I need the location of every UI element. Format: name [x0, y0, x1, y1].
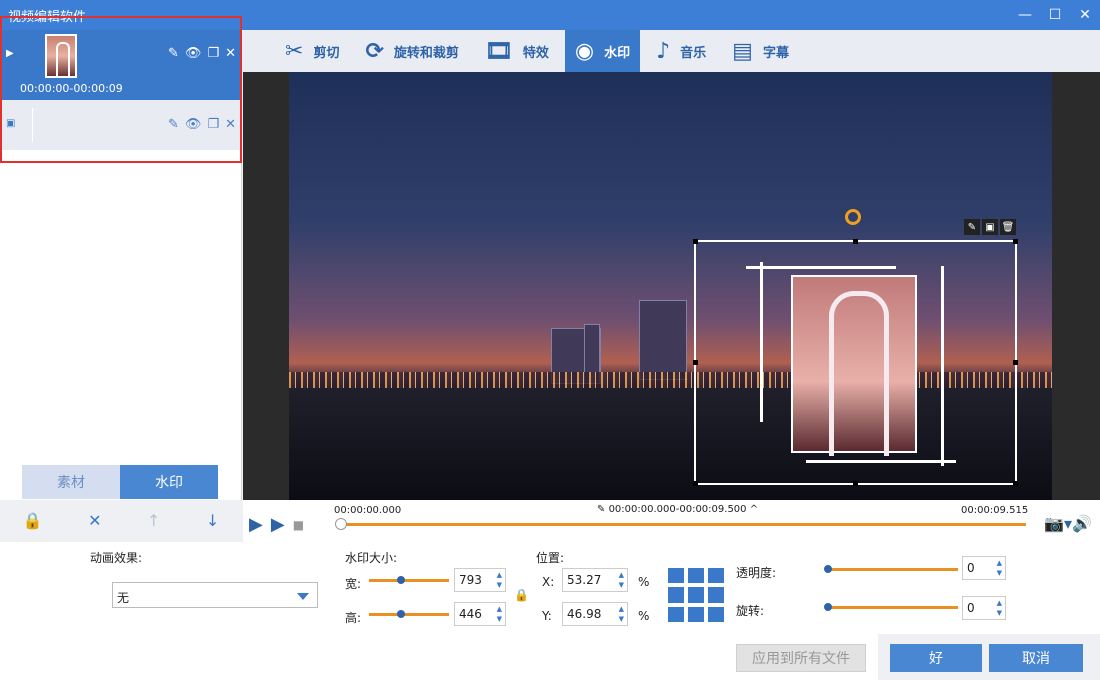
move-up-icon[interactable]: ↑ — [147, 511, 160, 530]
edit-icon[interactable]: ✎ — [964, 219, 980, 235]
delete-icon[interactable]: ✕ — [225, 46, 236, 61]
height-slider[interactable] — [369, 610, 449, 618]
timeline-knob[interactable] — [335, 518, 347, 530]
time-start: 00:00:00.000 — [334, 505, 402, 516]
x-label: X: — [542, 575, 555, 589]
video-preview[interactable]: ✎ ▣ 🗑 — [289, 72, 1052, 500]
watermark-image[interactable] — [791, 275, 917, 456]
apply-all-button[interactable]: 应用到所有文件 — [736, 644, 866, 672]
watermark-bounding-box[interactable] — [693, 239, 1018, 486]
left-tabs: 素材 水印 — [22, 465, 218, 499]
clip-item-image[interactable]: ▣ ✎ 👁 ❐ ✕ — [0, 100, 242, 150]
opacity-slider[interactable] — [824, 565, 958, 573]
width-slider[interactable] — [369, 576, 449, 584]
y-label: Y: — [542, 609, 552, 623]
window-title: 视频编辑软件 — [8, 9, 87, 25]
eye-icon[interactable]: 👁 — [185, 117, 202, 132]
tab-effects[interactable]: 🎞 特效 — [475, 30, 559, 72]
opacity-input[interactable]: 0 — [962, 556, 1006, 580]
rotate-handle-icon[interactable] — [845, 209, 861, 225]
y-input[interactable]: 46.98 — [562, 602, 628, 626]
play-icon[interactable]: ▶ — [249, 514, 263, 535]
position-label: 位置: — [536, 551, 565, 565]
image-file-icon: ▣ — [6, 118, 16, 129]
maximize-icon[interactable]: ☐ — [1040, 0, 1070, 30]
remove-icon[interactable]: ✕ — [88, 511, 101, 530]
stop-icon[interactable]: ■ — [293, 518, 304, 532]
lock-ratio-icon[interactable]: 🔒 — [514, 588, 529, 602]
layer-tools: 🔒 ✕ ↑ ↓ — [0, 500, 242, 540]
tab-music[interactable]: ♪ 音乐 — [646, 30, 716, 72]
y-percent: % — [638, 609, 650, 623]
close-icon[interactable]: ✕ — [1070, 0, 1100, 30]
crop-icon: ⟳ — [365, 38, 384, 64]
opacity-label: 透明度: — [736, 566, 777, 580]
edit-icon[interactable]: ✎ — [168, 46, 179, 61]
height-input[interactable]: 446 — [454, 602, 506, 626]
delete-icon[interactable]: ✕ — [225, 117, 236, 132]
width-input[interactable]: 793 — [454, 568, 506, 592]
time-end: 00:00:09.515 — [961, 505, 1029, 516]
lock-icon[interactable]: 🔒 — [23, 511, 43, 530]
video-file-icon: ▶ — [6, 48, 14, 59]
x-input[interactable]: 53.27 — [562, 568, 628, 592]
preview-area: ✎ ▣ 🗑 — [243, 72, 1100, 500]
subtitle-icon: ▤ — [732, 38, 753, 64]
rotate-input[interactable]: 0 — [962, 596, 1006, 620]
rotate-slider[interactable] — [824, 603, 958, 611]
animation-label: 动画效果: — [90, 551, 143, 565]
copy-icon[interactable]: ❐ — [207, 46, 219, 61]
media-panel: ▶ 00:00:00-00:00:09 ✎ 👁 ❐ ✕ ▣ ✎ 👁 ❐ ✕ 素材… — [0, 30, 242, 540]
ok-button[interactable]: 好 — [890, 644, 982, 672]
watermark-icon: ◉ — [574, 38, 595, 64]
clip-duration: 00:00:00-00:00:09 — [20, 82, 123, 95]
play-selection-icon[interactable]: ▶ — [271, 514, 285, 535]
building — [639, 300, 687, 380]
watermark-tools: ✎ ▣ 🗑 — [964, 219, 1016, 235]
tab-cut[interactable]: ✂ 剪切 — [275, 30, 349, 72]
image-icon[interactable]: ▣ — [982, 219, 998, 235]
effects-icon: 🎞 — [484, 38, 513, 64]
trash-icon[interactable]: 🗑 — [1000, 219, 1016, 235]
edit-icon[interactable]: ✎ — [168, 117, 179, 132]
tab-rotate-crop[interactable]: ⟳ 旋转和裁剪 — [355, 30, 468, 72]
cancel-button[interactable]: 取消 — [989, 644, 1083, 672]
tab-watermark-edit[interactable]: ◉ 水印 — [564, 30, 641, 72]
alignment-grid[interactable] — [664, 564, 726, 626]
tab-watermark[interactable]: 水印 — [120, 465, 218, 499]
width-label: 宽: — [345, 577, 362, 591]
timeline: ▶ ▶ ■ 00:00:00.000 ✎ 00:00:00.000-00:00:… — [243, 500, 1100, 542]
tab-subtitle[interactable]: ▤ 字幕 — [722, 30, 799, 72]
animation-select[interactable]: 无 — [112, 582, 318, 608]
edit-toolbar: ✂ 剪切 ⟳ 旋转和裁剪 🎞 特效 ◉ 水印 ♪ 音乐 ▤ 字幕 — [243, 30, 1100, 72]
time-range[interactable]: ✎ 00:00:00.000-00:00:09.500 ^ — [597, 504, 758, 515]
tab-material[interactable]: 素材 — [22, 465, 120, 499]
snapshot-icon[interactable]: 📷▾🔊 — [1044, 514, 1092, 533]
size-label: 水印大小: — [345, 551, 398, 565]
image-thumbnail — [32, 108, 66, 142]
copy-icon[interactable]: ❐ — [207, 117, 219, 132]
watermark-settings: 动画效果: 无 水印大小: 宽: 793 高: 446 🔒 位置: X: 53.… — [0, 542, 1100, 680]
timeline-track[interactable] — [340, 523, 1026, 526]
move-down-icon[interactable]: ↓ — [206, 511, 219, 530]
scissors-icon: ✂ — [285, 38, 304, 64]
eye-icon[interactable]: 👁 — [185, 46, 202, 61]
rotate-label: 旋转: — [736, 604, 765, 618]
clip-item-video[interactable]: ▶ 00:00:00-00:00:09 ✎ 👁 ❐ ✕ — [0, 30, 242, 100]
minimize-icon[interactable]: — — [1010, 0, 1040, 30]
height-label: 高: — [345, 611, 362, 625]
title-bar: 视频编辑软件 — ☐ ✕ — [0, 0, 1100, 30]
music-icon: ♪ — [656, 38, 671, 64]
x-percent: % — [638, 575, 650, 589]
clip-thumbnail — [45, 34, 77, 78]
